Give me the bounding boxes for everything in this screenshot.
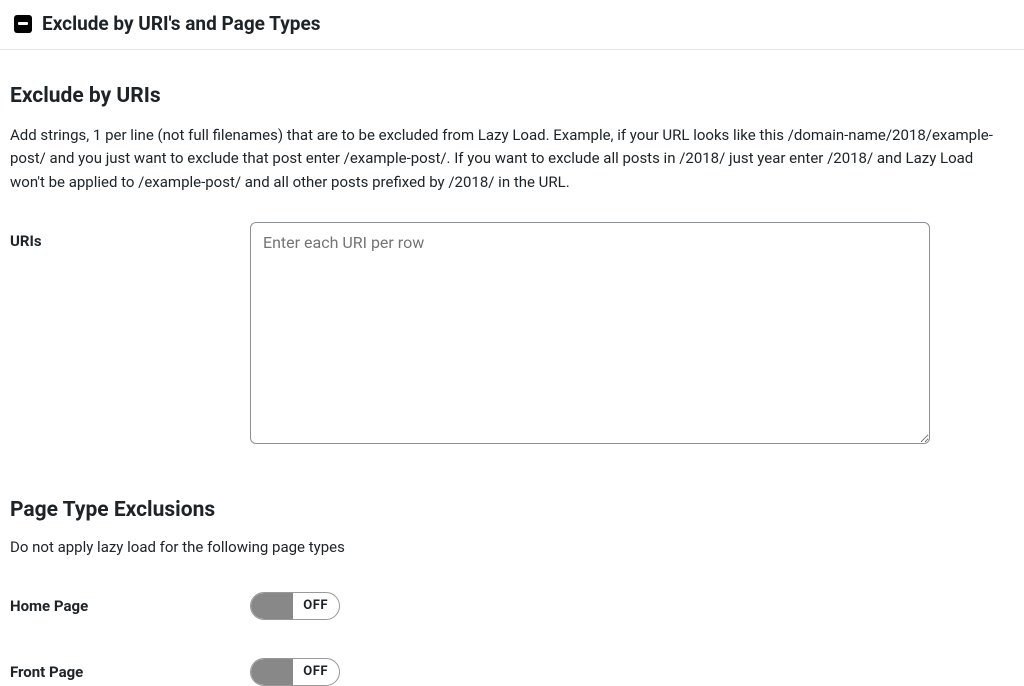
home-page-toggle[interactable]: OFF [250,592,340,620]
front-page-toggle[interactable]: OFF [250,658,340,686]
section-heading-uris: Exclude by URIs [10,84,1014,108]
panel-title: Exclude by URI's and Page Types [42,12,320,35]
toggle-state-text: OFF [303,598,328,613]
section-heading-pagetypes: Page Type Exclusions [10,498,1014,522]
front-page-label: Front Page [10,663,250,681]
panel-header[interactable]: Exclude by URI's and Page Types [0,0,1024,50]
uris-description: Add strings, 1 per line (not full filena… [10,124,1010,194]
uris-field-wrap [250,222,930,448]
uris-textarea[interactable] [250,222,930,444]
toggle-row-front-page: Front Page OFF [10,658,1014,686]
toggle-row-home-page: Home Page OFF [10,592,1014,620]
toggle-knob [251,593,293,619]
home-page-label: Home Page [10,597,250,615]
toggle-knob [251,659,293,685]
pagetypes-description: Do not apply lazy load for the following… [10,538,1014,556]
uris-form-row: URIs [10,222,1014,448]
uris-label: URIs [10,222,250,250]
toggle-state-text: OFF [303,664,328,679]
collapse-icon[interactable] [14,15,32,33]
panel-content: Exclude by URIs Add strings, 1 per line … [0,50,1024,686]
